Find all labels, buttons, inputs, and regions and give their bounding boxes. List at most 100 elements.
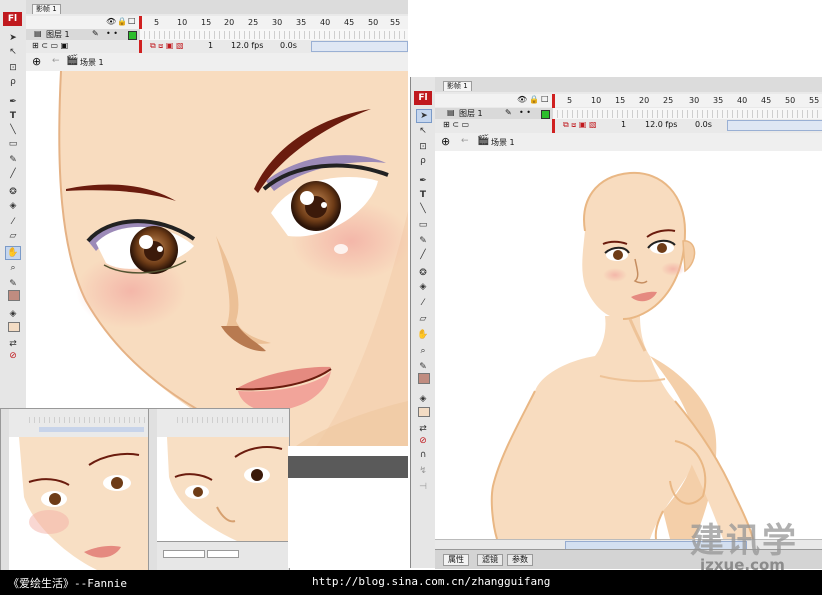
right-canvas[interactable]: [435, 151, 822, 539]
frame-num: 40: [737, 96, 748, 105]
tab-filters[interactable]: 滤镜: [477, 554, 503, 566]
flash-logo: Fl: [414, 91, 432, 105]
swap-colors-icon[interactable]: ⇄: [6, 338, 20, 350]
lock-icon[interactable]: 🔒: [529, 95, 539, 104]
text-icon[interactable]: T: [6, 110, 20, 122]
stage-icon[interactable]: ⊕: [441, 135, 450, 148]
onion-icons[interactable]: ⧉ ⧈ ▣ ▧: [150, 41, 184, 51]
frame-num: 5: [567, 96, 573, 105]
fill-color-swatch[interactable]: [8, 290, 20, 301]
thumb2-properties: [157, 541, 289, 571]
hand-icon[interactable]: ✋: [5, 246, 21, 260]
eyedropper-icon[interactable]: ⁄: [416, 297, 430, 309]
frame-num: 30: [272, 18, 283, 27]
brush-icon[interactable]: ╱: [416, 249, 430, 261]
ink-bottle-icon[interactable]: ❂: [6, 186, 20, 198]
paint-fill-icon[interactable]: ◈: [416, 393, 430, 405]
subselect-icon[interactable]: ↖: [416, 125, 430, 137]
paint-bucket-icon[interactable]: ◈: [6, 200, 20, 212]
text-icon[interactable]: T: [416, 189, 430, 201]
tab-filters-label: 滤镜: [482, 555, 498, 564]
back-arrow-icon[interactable]: ←: [461, 136, 469, 146]
left-timeline-scrollbar[interactable]: [311, 41, 408, 52]
pen-icon[interactable]: ✒: [6, 96, 20, 108]
layer-dots: • •: [106, 29, 118, 38]
swap-colors-icon[interactable]: ⇄: [416, 423, 430, 435]
layer-name[interactable]: 图层 1: [46, 29, 70, 40]
eye-icon[interactable]: 👁: [517, 95, 527, 104]
eraser-icon[interactable]: ▱: [6, 230, 20, 242]
right-document-tab[interactable]: 影帧 1: [443, 81, 472, 91]
fps-value: 12.0 fps: [645, 120, 678, 129]
layer-color-box: [128, 31, 137, 40]
free-transform-icon[interactable]: ⊡: [416, 141, 430, 153]
left-layer-row[interactable]: ▤ 图层 1 ✎ • •: [26, 29, 408, 40]
fill-swatch-2[interactable]: [8, 322, 20, 332]
eye-left-glint2: [157, 246, 163, 252]
thumb1-face: [9, 437, 151, 571]
left-document-tab[interactable]: 影帧 1: [32, 4, 61, 14]
lock-icon[interactable]: 🔒: [117, 17, 127, 26]
fps-value: 12.0 fps: [231, 41, 264, 50]
onion-icons[interactable]: ⧉ ⧈ ▣ ▧: [563, 120, 597, 130]
pen-icon[interactable]: ✒: [416, 175, 430, 187]
back-arrow-icon[interactable]: ←: [52, 56, 60, 66]
arrow-icon[interactable]: ➤: [416, 109, 432, 123]
eraser-icon[interactable]: ▱: [416, 313, 430, 325]
add-layer-icon[interactable]: ⊞ ⊂ ▭ ▣: [32, 41, 68, 50]
frame-num: 35: [296, 18, 307, 27]
brush-icon[interactable]: ╱: [6, 168, 20, 180]
zoom-icon[interactable]: ⌕: [6, 262, 20, 274]
right-layer-row[interactable]: ▤ 图层 1 ✎ • •: [435, 108, 822, 119]
frame-num: 45: [344, 18, 355, 27]
straighten-icon[interactable]: ⊣: [416, 481, 430, 493]
eyedropper-icon[interactable]: ⁄: [6, 216, 20, 228]
tab-parameters[interactable]: 参数: [507, 554, 533, 566]
add-layer-icon[interactable]: ⊞ ⊂ ▭: [443, 120, 469, 129]
smooth-icon[interactable]: ↯: [416, 465, 430, 477]
right-status-row: ⊞ ⊂ ▭ ⧉ ⧈ ▣ ▧ 1 12.0 fps 0.0s: [435, 119, 822, 132]
right-timeline-scrollbar[interactable]: [727, 120, 822, 131]
fill-swatch-2[interactable]: [418, 407, 430, 417]
pencil-icon[interactable]: ✎: [6, 154, 20, 166]
no-color-icon[interactable]: ⊘: [6, 350, 20, 362]
tab-properties[interactable]: 属性: [443, 554, 469, 566]
thumbnail-window-2: [148, 408, 290, 572]
gap-panel-header: [288, 456, 408, 478]
eye-icon[interactable]: 👁: [106, 17, 116, 26]
outline-icon[interactable]: □: [128, 16, 136, 25]
line-icon[interactable]: ╲: [416, 203, 430, 215]
fill-color-swatch[interactable]: [418, 373, 430, 384]
pencil-icon: ✎: [505, 108, 512, 117]
paint-fill-icon[interactable]: ◈: [6, 308, 20, 320]
outline-icon[interactable]: □: [541, 94, 549, 103]
stage-icon[interactable]: ⊕: [32, 55, 41, 68]
subselect-icon[interactable]: ↖: [6, 46, 20, 58]
lasso-icon[interactable]: ρ: [6, 76, 20, 88]
paint-bucket-icon[interactable]: ◈: [416, 281, 430, 293]
snap-magnet-icon[interactable]: ∩: [416, 449, 430, 461]
stroke-color-icon[interactable]: ✎: [416, 361, 430, 373]
free-transform-icon[interactable]: ⊡: [6, 62, 20, 74]
left-scene-bar: ⊕ ← 🎬 场景 1: [26, 53, 408, 72]
right-scene-bar: ⊕ ← 🎬 场景 1: [435, 133, 822, 152]
eye-right-glint: [300, 191, 314, 205]
no-color-icon[interactable]: ⊘: [416, 435, 430, 447]
lasso-icon[interactable]: ρ: [416, 155, 430, 167]
pencil-icon[interactable]: ✎: [416, 235, 430, 247]
ink-bottle-icon[interactable]: ❂: [416, 267, 430, 279]
line-icon[interactable]: ╲: [6, 124, 20, 136]
cheek-right: [661, 262, 685, 276]
thumb2-face: [157, 437, 289, 541]
caption-url[interactable]: http://blog.sina.com.cn/zhangguifang: [312, 575, 550, 588]
stroke-color-icon[interactable]: ✎: [6, 278, 20, 290]
caption-title: 《爱绘生活》--Fannie: [8, 577, 127, 590]
rect-icon[interactable]: ▭: [416, 219, 430, 231]
left-canvas[interactable]: [26, 71, 408, 446]
hand-icon[interactable]: ✋: [416, 329, 430, 341]
rect-icon[interactable]: ▭: [6, 138, 20, 150]
zoom-icon[interactable]: ⌕: [416, 345, 430, 357]
right-window: Fl ➤ ↖ ⊡ ρ ✒ T ╲ ▭ ✎ ╱ ❂ ◈ ⁄ ▱ ✋ ⌕ ✎ ◈ ⇄…: [410, 77, 822, 569]
layer-name[interactable]: 图层 1: [459, 108, 483, 119]
arrow-icon[interactable]: ➤: [6, 32, 20, 44]
